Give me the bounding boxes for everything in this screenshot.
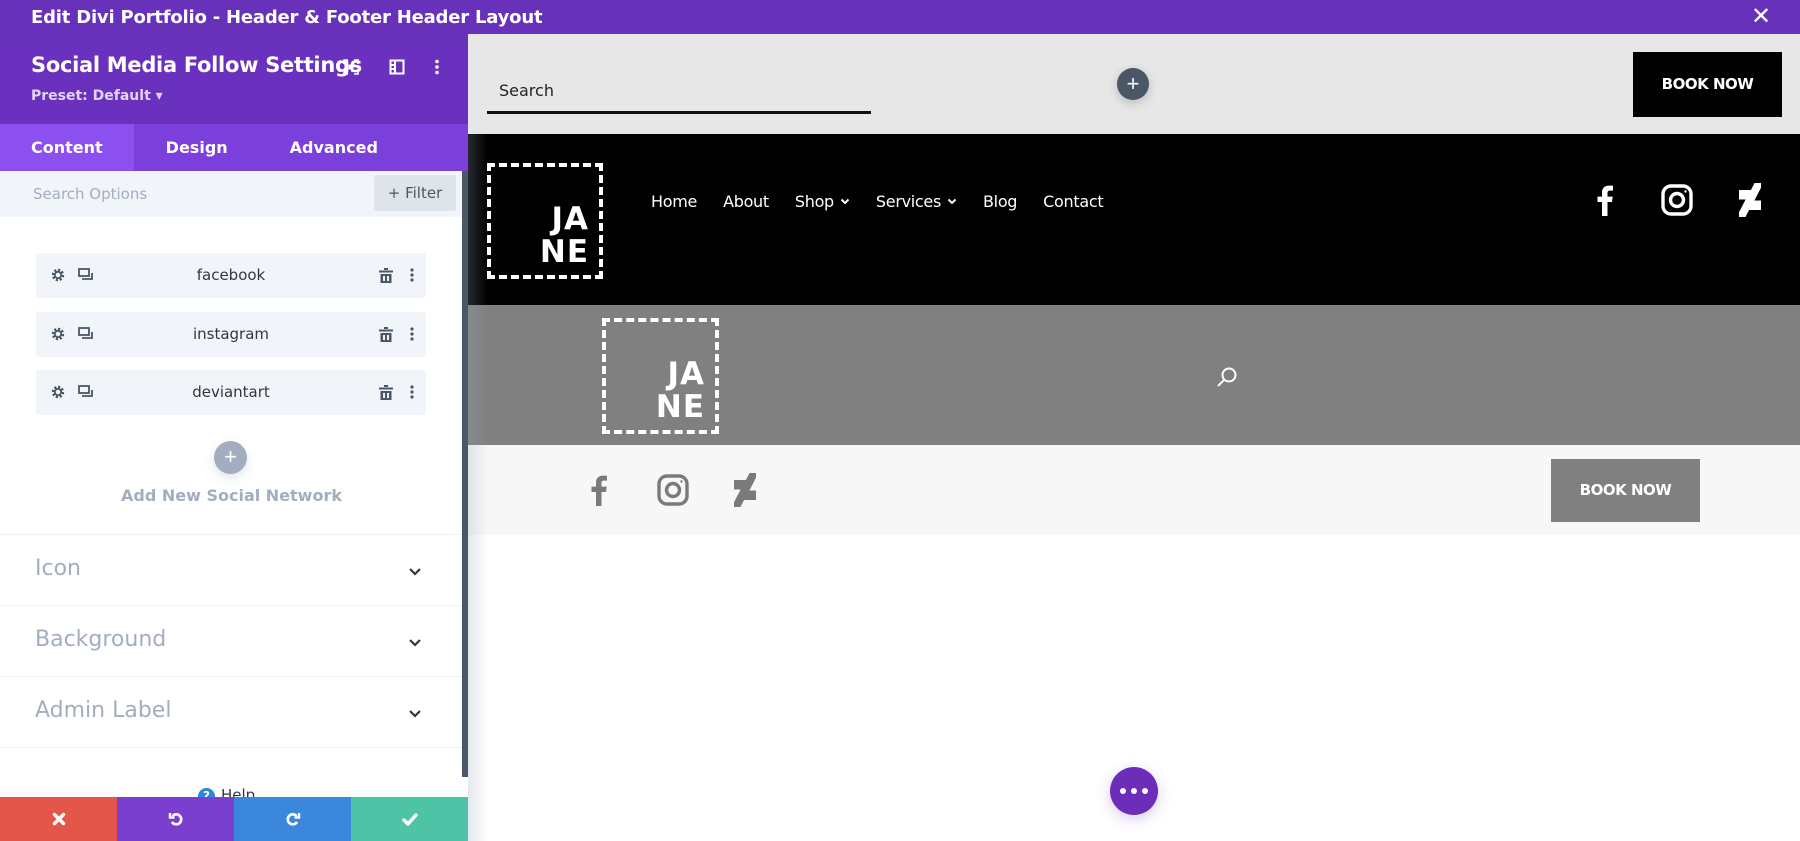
filter-button[interactable]: + Filter <box>374 175 456 211</box>
nav-label: Services <box>875 192 941 211</box>
chevron-down-icon <box>408 634 422 652</box>
site-logo[interactable]: JA NE <box>602 318 719 434</box>
social-network-item[interactable]: facebook <box>36 253 426 298</box>
tab-content[interactable]: Content <box>0 124 134 171</box>
logo-text-line1: JA <box>667 356 705 392</box>
site-logo[interactable]: JA NE <box>487 163 603 279</box>
search-icon[interactable] <box>1216 366 1238 393</box>
more-vertical-icon[interactable] <box>402 382 422 402</box>
dot-icon <box>1131 788 1137 794</box>
window-title: Edit Divi Portfolio - Header & Footer He… <box>31 7 543 28</box>
secondary-header: JA NE <box>468 305 1800 445</box>
more-vertical-icon[interactable] <box>402 324 422 344</box>
discard-button[interactable] <box>0 797 117 841</box>
main-header: JA NE Home About Shop Services Blog Cont… <box>468 134 1800 305</box>
undo-icon <box>168 813 183 826</box>
nav-about[interactable]: About <box>710 192 782 211</box>
tab-design[interactable]: Design <box>134 124 259 171</box>
preset-label: Preset: Default <box>31 88 151 104</box>
instagram-icon[interactable] <box>1657 180 1697 220</box>
search-options-bar: + Filter <box>0 171 463 217</box>
instagram-icon[interactable] <box>653 470 693 510</box>
preset-dropdown[interactable]: Preset: Default ▾ <box>31 88 163 104</box>
social-network-label: instagram <box>192 325 270 343</box>
section-background[interactable]: Background <box>0 605 463 676</box>
chevron-down-icon <box>408 563 422 581</box>
book-now-button[interactable]: BOOK NOW <box>1551 459 1700 522</box>
save-button[interactable] <box>351 797 468 841</box>
chevron-down-icon <box>840 198 850 205</box>
dot-icon <box>1120 788 1126 794</box>
nav-label: About <box>723 192 769 211</box>
section-title: Icon <box>35 556 81 581</box>
section-title: Admin Label <box>35 698 172 723</box>
layout-preview: + BOOK NOW JA NE Home About Shop Service… <box>468 34 1800 841</box>
nav-label: Contact <box>1043 192 1104 211</box>
social-network-label: deviantart <box>192 383 270 401</box>
nav-label: Blog <box>983 192 1018 211</box>
nav-shop[interactable]: Shop <box>782 192 863 211</box>
nav-label: Home <box>651 192 698 211</box>
social-network-item[interactable]: instagram <box>36 312 426 357</box>
panel-title: Social Media Follow Settings <box>31 53 362 77</box>
logo-text-line2: NE <box>655 389 705 425</box>
add-module-button[interactable]: + <box>1117 68 1149 100</box>
panel-tabs: Content Design Advanced <box>0 124 468 171</box>
settings-panel: Social Media Follow Settings Preset: Def… <box>0 34 468 841</box>
window-title-bar: Edit Divi Portfolio - Header & Footer He… <box>0 0 1800 34</box>
add-network-label[interactable]: Add New Social Network <box>0 486 463 505</box>
facebook-icon[interactable] <box>579 470 619 510</box>
redo-button[interactable] <box>234 797 351 841</box>
nav-contact[interactable]: Contact <box>1030 192 1116 211</box>
close-icon <box>52 812 65 826</box>
check-icon <box>401 812 418 826</box>
site-search-input[interactable] <box>487 62 871 114</box>
page-settings-button[interactable] <box>1110 767 1158 815</box>
section-title: Background <box>35 627 167 652</box>
top-strip: + BOOK NOW <box>468 34 1800 134</box>
chevron-down-icon <box>947 198 957 205</box>
trash-icon[interactable] <box>376 382 396 402</box>
social-network-item[interactable]: deviantart <box>36 370 426 415</box>
panel-header: Social Media Follow Settings Preset: Def… <box>0 34 468 124</box>
more-vertical-icon[interactable] <box>426 56 448 78</box>
social-network-label: facebook <box>196 266 266 284</box>
panel-shadow <box>468 134 488 841</box>
nav-label: Shop <box>794 192 834 211</box>
book-now-button[interactable]: BOOK NOW <box>1633 52 1782 117</box>
nav-blog[interactable]: Blog <box>970 192 1030 211</box>
search-options-input[interactable] <box>33 182 353 206</box>
more-vertical-icon[interactable] <box>402 265 422 285</box>
facebook-icon[interactable] <box>1585 180 1625 220</box>
deviantart-icon[interactable] <box>1730 180 1770 220</box>
deviantart-icon[interactable] <box>725 470 765 510</box>
filter-label: Filter <box>405 184 443 202</box>
expand-icon[interactable] <box>340 56 362 78</box>
chevron-down-icon <box>408 705 422 723</box>
trash-icon[interactable] <box>376 265 396 285</box>
social-row: BOOK NOW <box>468 445 1800 535</box>
add-network-button[interactable]: + <box>214 441 247 474</box>
nav-services[interactable]: Services <box>863 192 970 211</box>
section-icon[interactable]: Icon <box>0 534 463 605</box>
logo-text-line1: JA <box>551 201 589 237</box>
section-admin-label[interactable]: Admin Label <box>0 676 463 747</box>
panel-actions <box>0 797 468 841</box>
redo-icon <box>285 813 300 826</box>
dot-icon <box>1142 788 1148 794</box>
main-nav: Home About Shop Services Blog Contact <box>638 192 1116 211</box>
trash-icon[interactable] <box>376 324 396 344</box>
split-view-icon[interactable] <box>386 56 408 78</box>
close-icon[interactable]: ✕ <box>1748 4 1774 30</box>
undo-button[interactable] <box>117 797 234 841</box>
logo-text-line2: NE <box>539 234 589 270</box>
tab-advanced[interactable]: Advanced <box>259 124 409 171</box>
nav-home[interactable]: Home <box>638 192 710 211</box>
plus-icon: + <box>387 184 406 202</box>
